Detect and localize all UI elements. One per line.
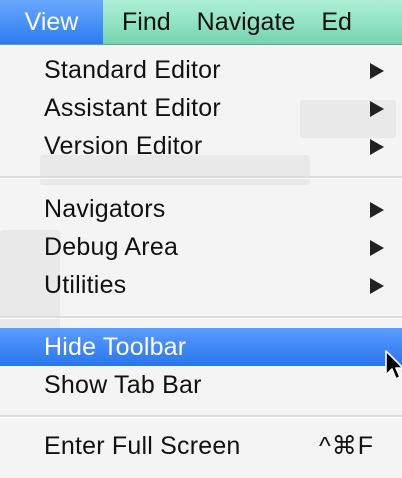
submenu-arrow-icon (370, 240, 384, 256)
mouse-pointer-icon (385, 350, 402, 380)
submenu-arrow-icon (370, 63, 384, 79)
menu-item-label: Debug Area (44, 232, 179, 261)
menu-item-label: Standard Editor (44, 55, 221, 84)
submenu-arrow-icon (370, 278, 384, 294)
menu-item-version-editor[interactable]: Version Editor (0, 127, 402, 165)
menu-item-standard-editor[interactable]: Standard Editor (0, 51, 402, 89)
menu-item-utilities[interactable]: Utilities (0, 266, 402, 304)
menu-item-hide-toolbar[interactable]: Hide Toolbar (0, 328, 402, 366)
keyboard-shortcut: ^⌘F (318, 432, 374, 460)
menu-editor[interactable]: Ed (321, 0, 371, 44)
menu-view[interactable]: View (0, 0, 103, 44)
menu-item-assistant-editor[interactable]: Assistant Editor (0, 89, 402, 127)
menu-separator (0, 415, 402, 418)
menu-item-label: Navigators (44, 194, 166, 223)
menu-bar: View Find Navigate Ed (0, 0, 402, 45)
menu-item-show-tab-bar[interactable]: Show Tab Bar (0, 366, 402, 404)
menu-separator (0, 176, 402, 179)
menu-item-label: Version Editor (44, 131, 203, 160)
submenu-arrow-icon (370, 202, 384, 218)
menu-item-label: Utilities (44, 270, 127, 299)
menu-item-debug-area[interactable]: Debug Area (0, 228, 402, 266)
menu-item-label: Hide Toolbar (44, 332, 187, 361)
menu-item-label: Assistant Editor (44, 93, 221, 122)
submenu-arrow-icon (370, 139, 384, 155)
menu-item-enter-full-screen[interactable]: Enter Full Screen ^⌘F (0, 427, 402, 465)
submenu-arrow-icon (370, 101, 384, 117)
menu-separator (0, 316, 402, 319)
menu-item-label: Enter Full Screen (44, 431, 241, 460)
menu-item-navigators[interactable]: Navigators (0, 190, 402, 228)
menu-find[interactable]: Find (103, 0, 197, 44)
view-menu-dropdown: Standard Editor Assistant Editor Version… (0, 45, 402, 478)
menu-navigate[interactable]: Navigate (197, 0, 322, 44)
menu-item-label: Show Tab Bar (44, 370, 202, 399)
